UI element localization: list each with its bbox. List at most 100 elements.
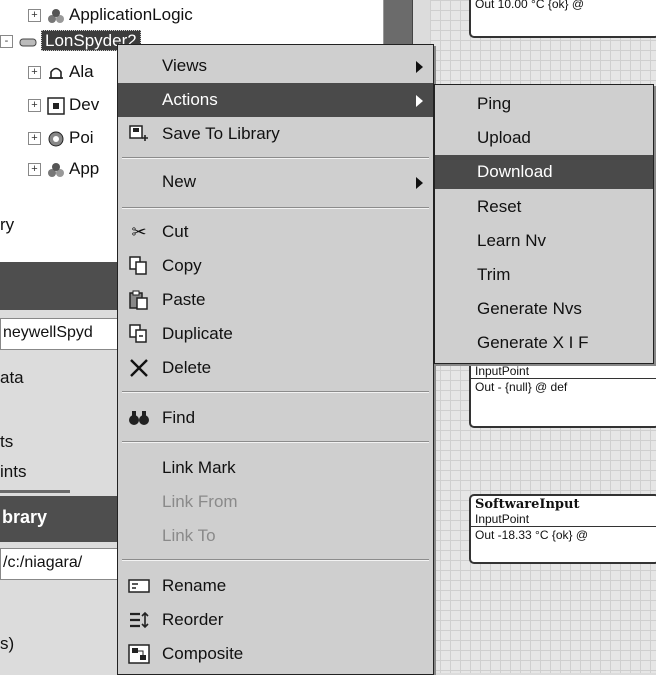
menu-item-label: Save To Library [162,124,280,143]
expand-toggle[interactable]: + [28,99,41,113]
palette-combo-value: neywellSpyd [3,324,93,341]
library-path-field[interactable]: /c:/niagara/ [0,548,119,580]
property-card-subtitle: InputPoint [475,364,530,378]
menu-item-find[interactable]: Find [118,401,433,435]
menu-separator [122,157,429,159]
tree-item-app[interactable]: + App [28,157,99,181]
paste-icon [128,290,150,310]
property-card-top[interactable]: Out 10.00 °C {ok} @ [469,0,656,38]
submenu-item-reset[interactable]: Reset [435,190,653,224]
expand-toggle[interactable]: + [28,163,41,177]
property-out-row: Out - {null} @ def [471,378,656,395]
alarm-bell-icon [47,64,65,82]
property-out-row: Out 10.00 °C {ok} @ [475,0,585,11]
menu-item-label: Find [162,408,196,427]
menu-item-link-from: Link From [118,485,433,519]
tree-item-label: App [69,159,100,178]
tree-item-applicationlogic[interactable]: + ApplicationLogic [28,3,193,27]
menu-item-label: Link From [162,492,238,511]
device-icon [19,33,37,51]
property-card-softwareinput[interactable]: SoftwareInput InputPoint Out -18.33 °C {… [469,494,656,564]
submenu-item-ping[interactable]: Ping [435,87,653,121]
application-icon [47,161,65,179]
expand-toggle[interactable]: + [28,66,41,80]
actions-submenu: Ping Upload Download Reset Learn Nv Trim… [434,84,654,364]
menu-item-label: Paste [162,290,206,309]
submenu-item-download[interactable]: Download [435,155,653,189]
menu-item-label: Link Mark [162,458,236,477]
menu-item-paste[interactable]: Paste [118,283,433,317]
submenu-item-label: Generate Nvs [477,299,582,318]
submenu-arrow-icon [416,95,423,107]
tree-item-alarms[interactable]: + Ala [28,60,94,84]
library-header: brary [0,496,120,542]
save-to-library-icon [128,124,150,144]
menu-item-duplicate[interactable]: Duplicate [118,317,433,351]
submenu-arrow-icon [416,61,423,73]
menu-item-new[interactable]: New [118,165,433,199]
expand-toggle[interactable]: + [28,132,41,146]
menu-item-delete[interactable]: Delete [118,351,433,385]
composite-icon [128,644,150,664]
property-card-title: SoftwareInput [475,497,580,512]
menu-item-composite[interactable]: Composite [118,637,433,671]
palette-item-ints[interactable]: ints [0,462,26,482]
menu-item-label: Composite [162,644,244,663]
submenu-item-generate-nvs[interactable]: Generate Nvs [435,292,653,326]
device-grid-icon [47,96,65,115]
collapse-toggle[interactable]: - [0,35,13,49]
panel-header-bar [0,262,120,310]
copy-icon [128,256,150,276]
menu-separator [122,207,429,209]
menu-item-rename[interactable]: Rename [118,569,433,603]
menu-separator [122,559,429,561]
library-header-label: brary [2,507,48,527]
menu-item-label: Link To [162,526,216,545]
points-icon [47,130,65,148]
submenu-item-label: Reset [477,197,522,216]
submenu-item-trim[interactable]: Trim [435,258,653,292]
panel-divider [0,490,70,493]
submenu-item-label: Learn Nv [477,231,546,250]
menu-item-actions[interactable]: Actions [118,83,433,117]
menu-separator [122,441,429,443]
application-logic-icon [47,7,65,25]
submenu-item-generate-xif[interactable]: Generate X I F [435,326,653,360]
tree-item-points[interactable]: + Poi [28,126,94,150]
expand-toggle[interactable]: + [28,9,41,23]
library-item-s[interactable]: s) [0,634,14,654]
submenu-item-label: Ping [477,94,512,113]
tree-item-devices[interactable]: + Dev [28,93,99,117]
submenu-arrow-icon [416,177,423,189]
menu-item-label: Actions [162,90,218,109]
menu-item-copy[interactable]: Copy [118,249,433,283]
menu-item-reorder[interactable]: Reorder [118,603,433,637]
binoculars-icon [128,408,150,428]
rename-icon [128,576,150,596]
menu-item-cut[interactable]: ✂ Cut [118,215,433,249]
palette-item-data[interactable]: ata [0,368,24,388]
tree-item-label: ApplicationLogic [69,5,193,24]
menu-item-label: Delete [162,358,212,377]
submenu-item-learn-nv[interactable]: Learn Nv [435,224,653,258]
library-label: ry [0,215,15,234]
library-path-value: /c:/niagara/ [3,554,83,571]
reorder-icon [128,610,150,630]
property-card-mid[interactable]: InputPoint Out - {null} @ def [469,358,656,428]
palette-combo[interactable]: neywellSpyd [0,318,119,350]
property-out-row: Out -18.33 °C {ok} @ [471,526,656,543]
duplicate-icon [128,324,150,344]
menu-item-label: Copy [162,256,202,275]
menu-item-label: Reorder [162,610,224,629]
tree-item-label: Dev [69,95,100,114]
submenu-item-upload[interactable]: Upload [435,121,653,155]
tree-item-label: Ala [69,62,94,81]
menu-item-views[interactable]: Views [118,49,433,83]
menu-item-label: Views [162,56,208,75]
menu-item-save-to-library[interactable]: Save To Library [118,117,433,151]
menu-separator [122,391,429,393]
submenu-item-label: Trim [477,265,511,284]
scissors-icon: ✂ [131,222,147,242]
menu-item-link-mark[interactable]: Link Mark [118,451,433,485]
palette-item-ts[interactable]: ts [0,432,13,452]
